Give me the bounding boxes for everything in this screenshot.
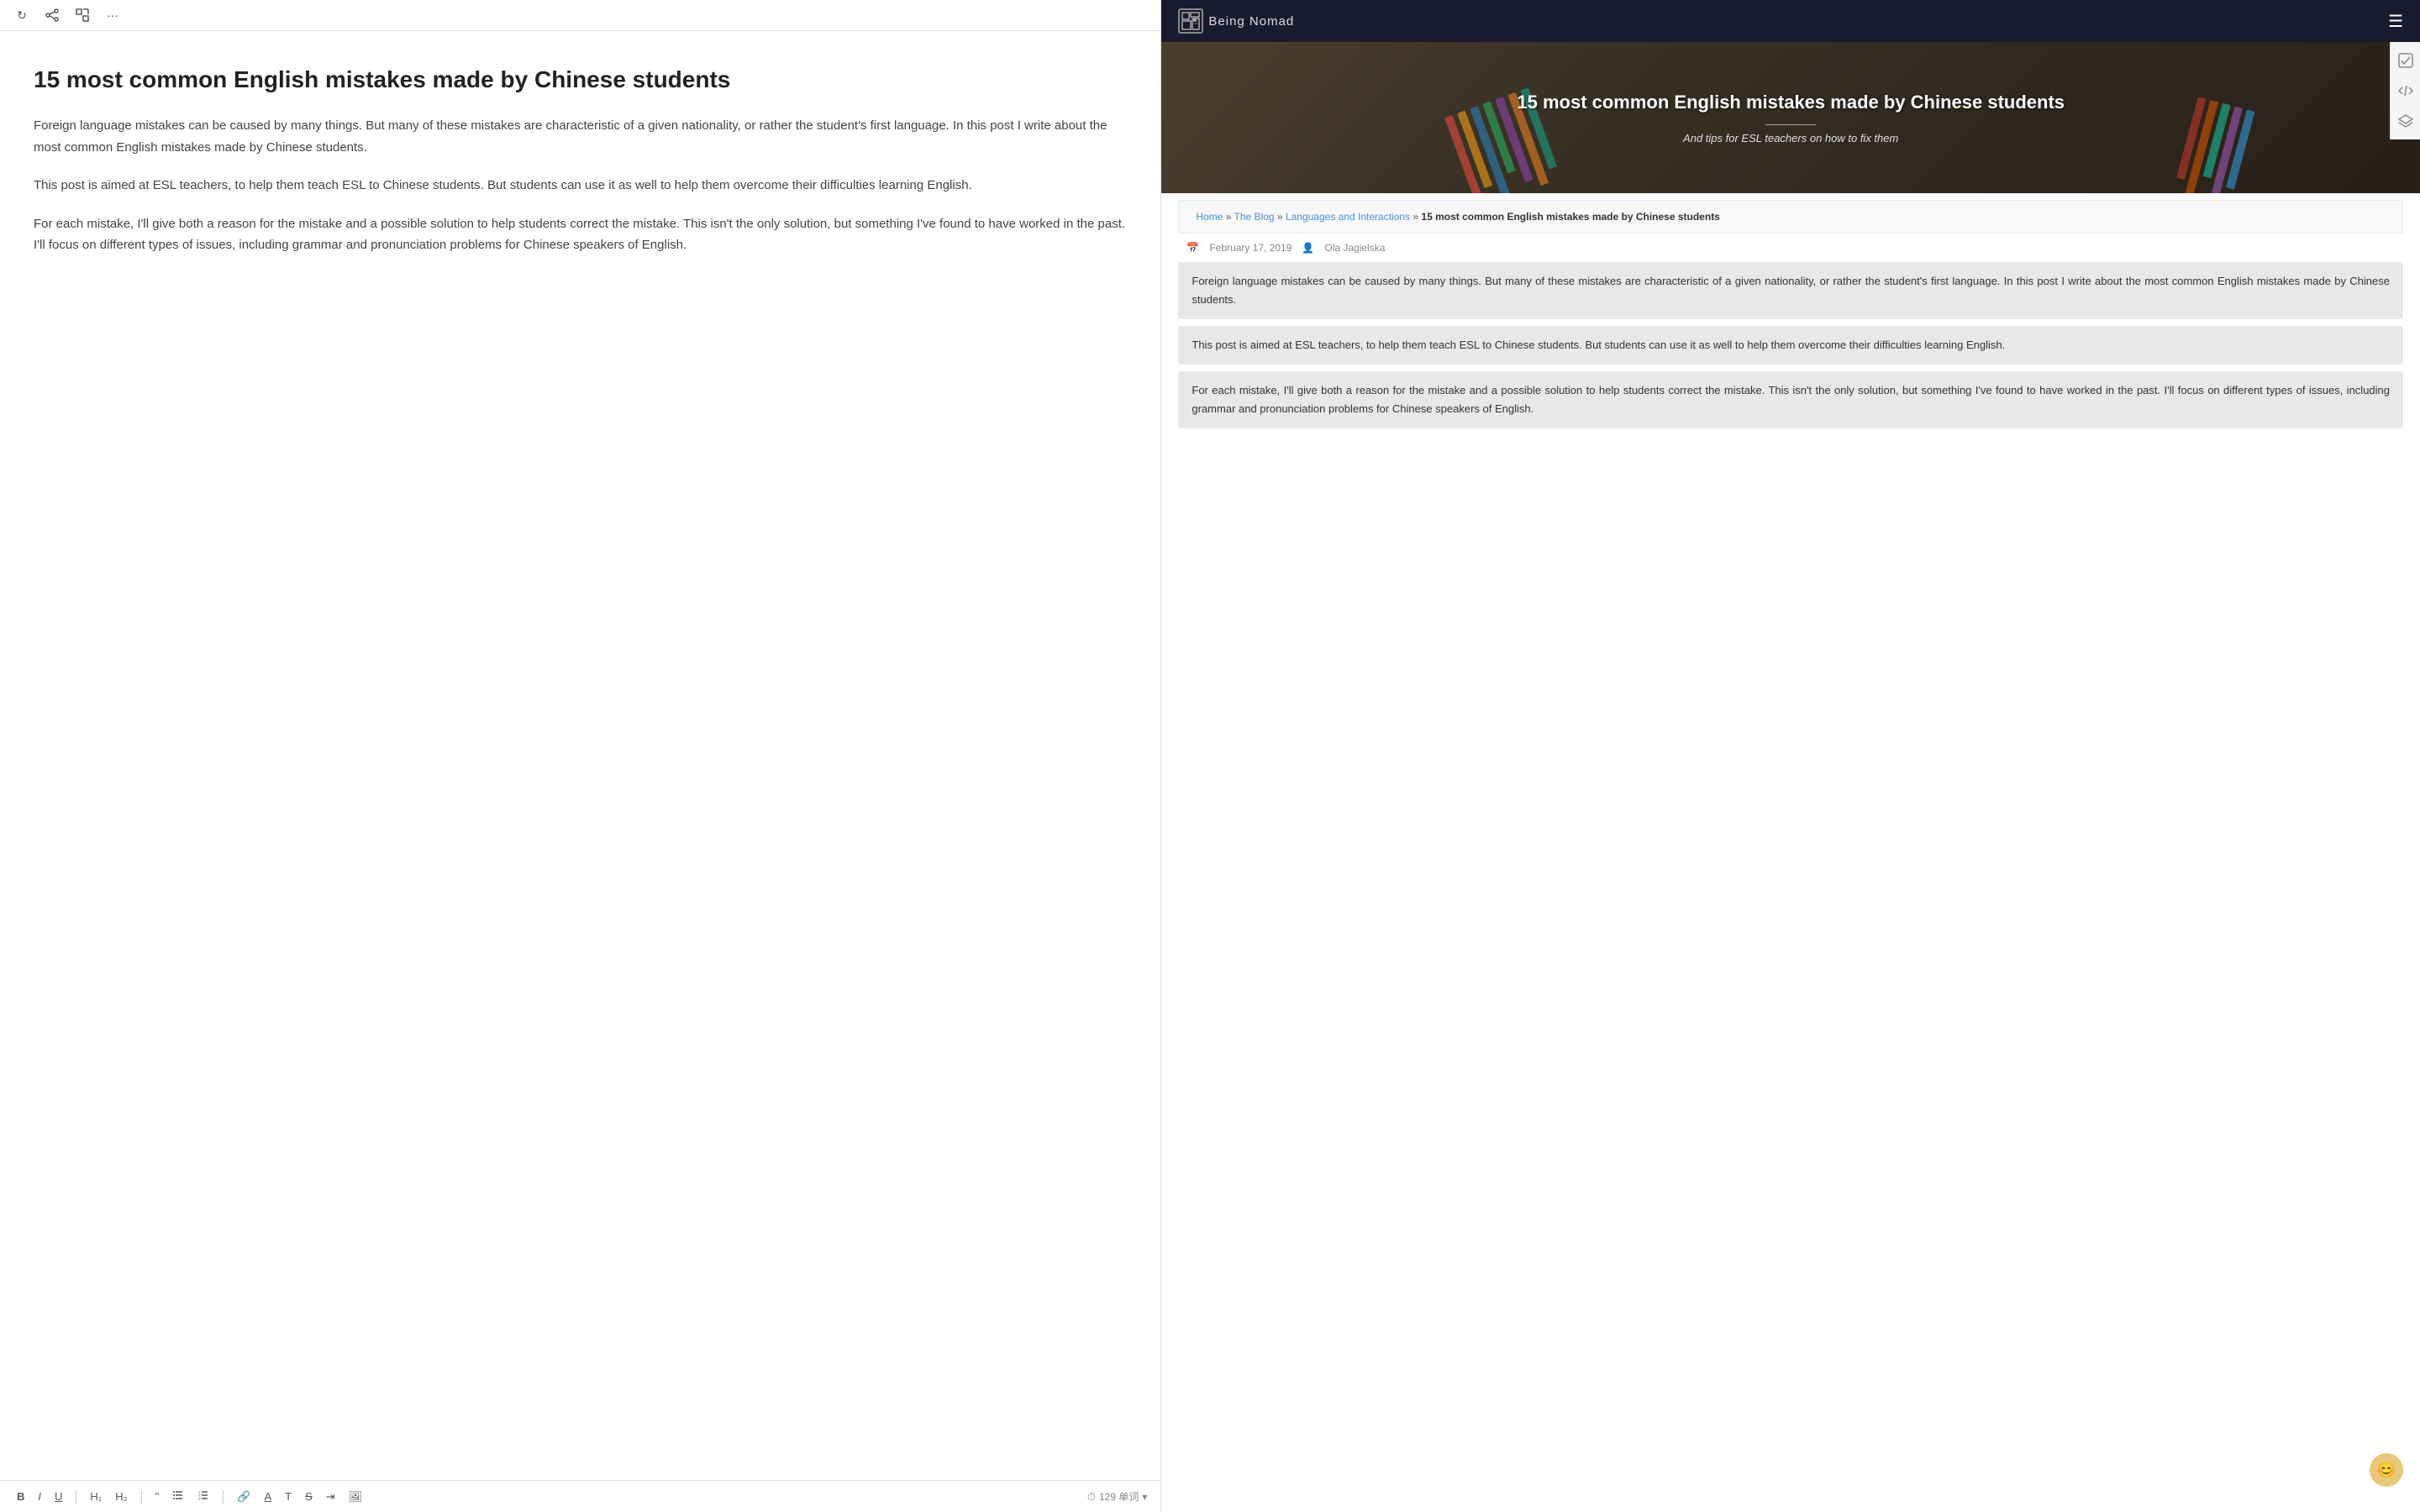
- word-count: ⏱ 129 单词 ▾: [1087, 1489, 1148, 1504]
- breadcrumb-text: Home » The Blog » Languages and Interact…: [1196, 211, 1719, 223]
- format-ul[interactable]: [169, 1488, 187, 1505]
- expand-icon[interactable]: [74, 7, 91, 24]
- article-meta: 📅 February 17, 2019 👤 Ola Jagielska: [1170, 234, 2412, 262]
- toolbar-divider-2: [141, 1490, 142, 1504]
- more-icon[interactable]: ···: [104, 7, 121, 24]
- hero-title: 15 most common English mistakes made by …: [1517, 91, 2065, 115]
- format-quote[interactable]: ": [152, 1488, 163, 1504]
- sidebar-layers-icon[interactable]: [2394, 109, 2417, 133]
- floating-emoji: 😊: [2377, 1462, 2396, 1479]
- logo-icon: [1178, 8, 1203, 34]
- word-count-value: 129 单词: [1099, 1489, 1139, 1504]
- share-icon[interactable]: [44, 7, 60, 24]
- hero-subtitle: And tips for ESL teachers on how to fix …: [1517, 132, 2065, 144]
- breadcrumb-sep-2: »: [1277, 211, 1286, 223]
- editor-top-toolbar: ↻ ···: [0, 0, 1160, 31]
- format-strikethrough[interactable]: S: [302, 1488, 316, 1504]
- toolbar-divider-3: [223, 1490, 224, 1504]
- format-text[interactable]: T: [281, 1488, 295, 1504]
- breadcrumb-home[interactable]: Home: [1196, 211, 1223, 223]
- right-sidebar: [2390, 42, 2420, 139]
- word-count-chevron[interactable]: ▾: [1142, 1491, 1147, 1503]
- hero-text-container: 15 most common English mistakes made by …: [1500, 74, 2081, 162]
- article-area[interactable]: Home » The Blog » Languages and Interact…: [1161, 193, 2420, 1512]
- sidebar-code-icon[interactable]: [2394, 79, 2417, 102]
- editor-content-area[interactable]: 15 most common English mistakes made by …: [0, 31, 1160, 1480]
- format-link[interactable]: 🔗: [234, 1488, 254, 1505]
- browser-preview-panel: Being Nomad ☰: [1161, 0, 2420, 1512]
- article-date: February 17, 2019: [1209, 242, 1292, 254]
- article-paragraph-1: Foreign language mistakes can be caused …: [1178, 262, 2403, 319]
- format-ol[interactable]: 1. 2. 3.: [194, 1488, 213, 1505]
- breadcrumb-category[interactable]: Languages and Interactions: [1286, 211, 1410, 223]
- site-logo-text: Being Nomad: [1208, 14, 1294, 29]
- editor-paragraph-2: This post is aimed at ESL teachers, to h…: [34, 175, 1127, 197]
- breadcrumb-sep-1: »: [1226, 211, 1234, 223]
- editor-paragraph-1: Foreign language mistakes can be caused …: [34, 115, 1127, 158]
- breadcrumb-current: 15 most common English mistakes made by …: [1421, 211, 1719, 223]
- editor-paragraph-3: For each mistake, I'll give both a reaso…: [34, 213, 1127, 256]
- format-italic[interactable]: I: [34, 1488, 45, 1504]
- article-author: Ola Jagielska: [1324, 242, 1385, 254]
- format-underline-a[interactable]: A: [260, 1488, 275, 1504]
- author-icon: 👤: [1302, 242, 1314, 254]
- editor-title: 15 most common English mistakes made by …: [34, 65, 1127, 95]
- sidebar-checkmark-icon[interactable]: [2394, 49, 2417, 72]
- editor-panel: ↻ ··· 15 most common English mistakes ma…: [0, 0, 1161, 1512]
- format-image[interactable]: 🖼: [345, 1488, 366, 1505]
- site-navigation: Being Nomad ☰: [1161, 0, 2420, 42]
- article-paragraphs: Foreign language mistakes can be caused …: [1170, 262, 2412, 428]
- format-underline[interactable]: U: [51, 1488, 66, 1504]
- editor-bottom-toolbar: B I U H₁ H₂ " 1. 2. 3.: [0, 1480, 1160, 1512]
- breadcrumb: Home » The Blog » Languages and Interact…: [1178, 200, 2403, 234]
- site-logo: Being Nomad: [1178, 8, 1294, 34]
- article-paragraph-3: For each mistake, I'll give both a reaso…: [1178, 371, 2403, 428]
- article-paragraph-2: This post is aimed at ESL teachers, to h…: [1178, 326, 2403, 365]
- breadcrumb-blog[interactable]: The Blog: [1234, 211, 1275, 223]
- floating-emoji-button[interactable]: 😊: [2370, 1453, 2403, 1487]
- hero-image-section: 15 most common English mistakes made by …: [1161, 42, 2420, 193]
- format-h1[interactable]: H₁: [87, 1488, 105, 1504]
- format-bold[interactable]: B: [13, 1488, 28, 1504]
- calendar-icon: 📅: [1186, 242, 1199, 254]
- hero-divider: [1765, 124, 1816, 125]
- format-indent[interactable]: ⇥: [323, 1488, 339, 1505]
- refresh-icon[interactable]: ↻: [13, 7, 30, 24]
- editor-body[interactable]: Foreign language mistakes can be caused …: [34, 115, 1127, 256]
- hamburger-menu[interactable]: ☰: [2388, 11, 2403, 32]
- format-h2[interactable]: H₂: [112, 1488, 130, 1504]
- breadcrumb-sep-3: »: [1413, 211, 1421, 223]
- svg-text:3.: 3.: [198, 1497, 201, 1501]
